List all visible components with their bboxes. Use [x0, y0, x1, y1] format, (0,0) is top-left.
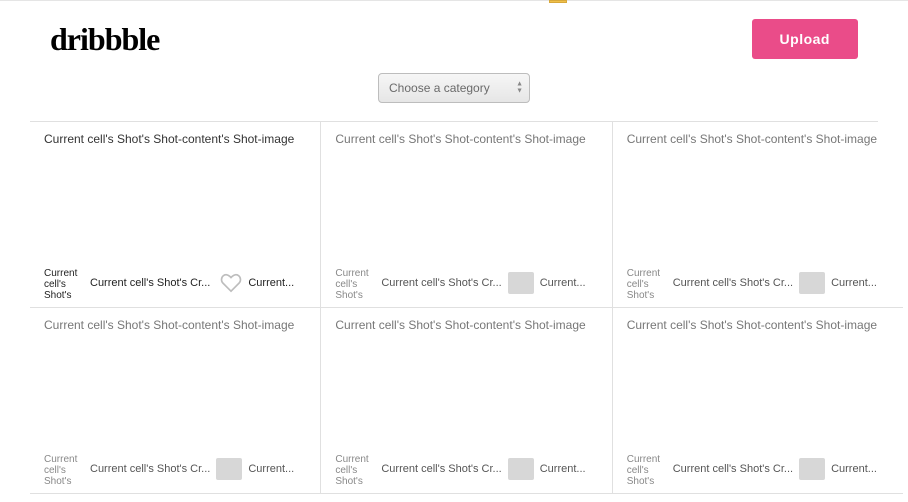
- shot-image-placeholder: Current cell's Shot's Shot-content's Sho…: [627, 132, 889, 146]
- category-select-label: Choose a category: [389, 81, 490, 95]
- like-placeholder-icon[interactable]: [799, 458, 825, 480]
- shot-image-placeholder: Current cell's Shot's Shot-content's Sho…: [335, 318, 597, 332]
- shot-image-placeholder: Current cell's Shot's Shot-content's Sho…: [44, 132, 306, 146]
- likes-label: Current...: [248, 463, 306, 475]
- creator-name[interactable]: Current cell's Shot's Cr...: [90, 277, 214, 289]
- creator-name[interactable]: Current cell's Shot's Cr...: [673, 463, 793, 475]
- shot-cell[interactable]: Current cell's Shot's Shot-content's Sho…: [321, 308, 612, 494]
- shot-cell[interactable]: Current cell's Shot's Shot-content's Sho…: [30, 308, 321, 494]
- shot-footer: Current cell's Shot's Current cell's Sho…: [335, 265, 597, 301]
- shot-footer: Current cell's Shot's Current cell's Sho…: [335, 451, 597, 487]
- shot-footer: Current cell's Shot's Current cell's Sho…: [627, 265, 889, 301]
- likes-label: Current...: [540, 463, 598, 475]
- shot-cell[interactable]: Current cell's Shot's Shot-content's Sho…: [321, 122, 612, 308]
- like-placeholder-icon[interactable]: [799, 272, 825, 294]
- creator-name[interactable]: Current cell's Shot's Cr...: [381, 277, 501, 289]
- upload-button[interactable]: Upload: [752, 19, 858, 59]
- like-placeholder-icon[interactable]: [508, 272, 534, 294]
- logo[interactable]: dribbble: [50, 21, 159, 58]
- top-accent-marker: [549, 0, 567, 3]
- category-row: Choose a category ▲▼: [0, 67, 908, 121]
- shot-footer: Current cell's Shot's Current cell's Sho…: [44, 451, 306, 487]
- creator-name[interactable]: Current cell's Shot's Cr...: [90, 463, 210, 475]
- creator-name[interactable]: Current cell's Shot's Cr...: [381, 463, 501, 475]
- shot-image-placeholder: Current cell's Shot's Shot-content's Sho…: [44, 318, 306, 332]
- creator-name[interactable]: Current cell's Shot's Cr...: [673, 277, 793, 289]
- likes-label: Current...: [248, 277, 306, 289]
- shot-image-placeholder: Current cell's Shot's Shot-content's Sho…: [627, 318, 889, 332]
- shot-cell[interactable]: Current cell's Shot's Shot-content's Sho…: [30, 122, 321, 308]
- shot-footer: Current cell's Shot's Current cell's Sho…: [627, 451, 889, 487]
- shot-footer: Current cell's Shot's Current cell's Sho…: [44, 265, 306, 301]
- creator-short: Current cell's Shot's: [627, 454, 667, 484]
- shot-cell[interactable]: Current cell's Shot's Shot-content's Sho…: [613, 122, 903, 308]
- like-placeholder-icon[interactable]: [508, 458, 534, 480]
- likes-label: Current...: [831, 277, 889, 289]
- creator-short: Current cell's Shot's: [627, 268, 667, 298]
- shot-image-placeholder: Current cell's Shot's Shot-content's Sho…: [335, 132, 597, 146]
- creator-short: Current cell's Shot's: [44, 268, 84, 298]
- shots-grid: Current cell's Shot's Shot-content's Sho…: [30, 121, 878, 494]
- select-arrows-icon: ▲▼: [516, 82, 523, 95]
- likes-label: Current...: [540, 277, 598, 289]
- likes-label: Current...: [831, 463, 889, 475]
- shot-cell[interactable]: Current cell's Shot's Shot-content's Sho…: [613, 308, 903, 494]
- creator-short: Current cell's Shot's: [335, 454, 375, 484]
- creator-short: Current cell's Shot's: [44, 454, 84, 484]
- like-placeholder-icon[interactable]: [216, 458, 242, 480]
- creator-short: Current cell's Shot's: [335, 268, 375, 298]
- header: dribbble Upload: [0, 1, 908, 67]
- category-select[interactable]: Choose a category ▲▼: [378, 73, 530, 103]
- heart-icon[interactable]: [220, 273, 242, 293]
